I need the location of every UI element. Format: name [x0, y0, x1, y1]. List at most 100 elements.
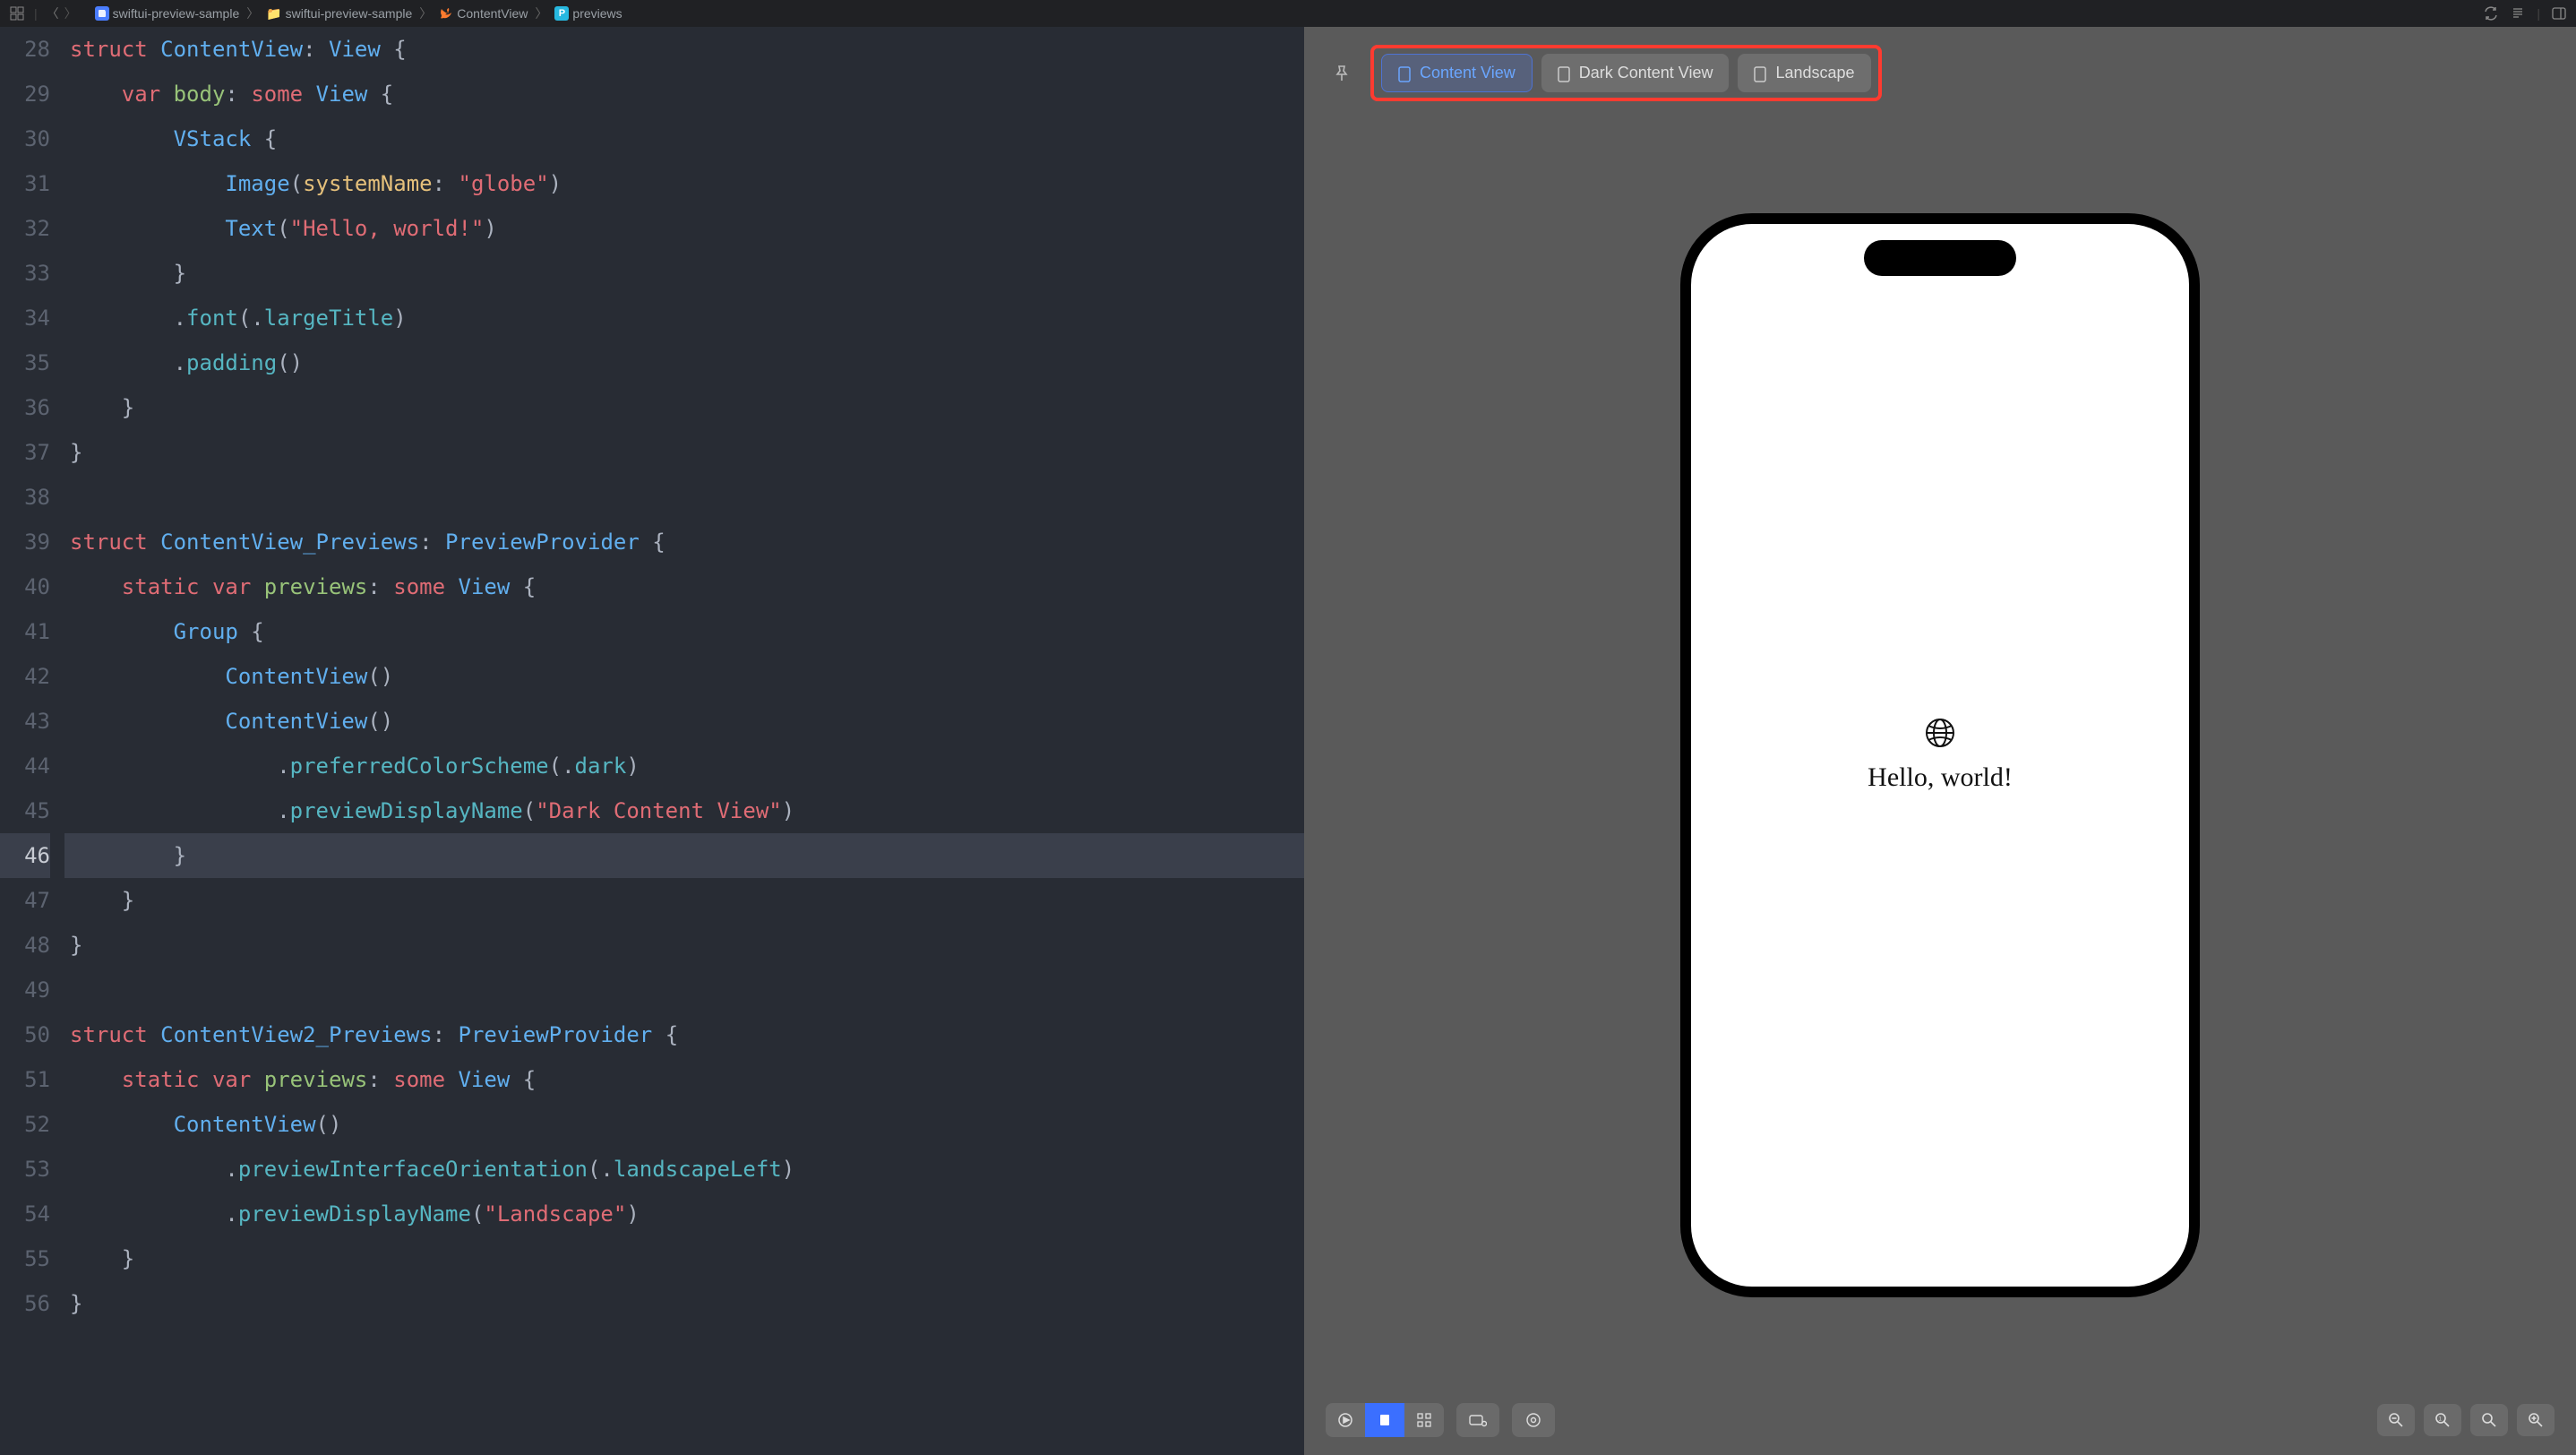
breadcrumb-item-0[interactable]: swiftui-preview-sample: [95, 6, 240, 21]
line-number: 47: [0, 878, 50, 923]
breadcrumb-item-1[interactable]: 📁 swiftui-preview-sample: [266, 6, 412, 22]
project-icon: [95, 6, 109, 21]
code-line[interactable]: }: [64, 833, 1304, 878]
preview-bottom-toolbar: 1: [1304, 1390, 2576, 1455]
code-line[interactable]: static var previews: some View {: [64, 1057, 1304, 1102]
line-number: 35: [0, 340, 50, 385]
code-line[interactable]: struct ContentView: View {: [64, 27, 1304, 72]
code-line[interactable]: VStack {: [64, 116, 1304, 161]
toggle-right-panel-icon[interactable]: [2551, 5, 2567, 22]
code-line[interactable]: }: [64, 1281, 1304, 1326]
code-line[interactable]: }: [64, 251, 1304, 296]
device-icon: [1398, 66, 1413, 81]
selectable-preview-button[interactable]: [1365, 1403, 1404, 1437]
code-line[interactable]: Image(systemName: "globe"): [64, 161, 1304, 206]
zoom-in-button[interactable]: [2517, 1404, 2555, 1436]
zoom-actual-button[interactable]: 1: [2424, 1404, 2461, 1436]
swift-icon: [439, 6, 453, 21]
code-line[interactable]: }: [64, 430, 1304, 475]
code-line[interactable]: struct ContentView2_Previews: PreviewPro…: [64, 1012, 1304, 1057]
adjust-editor-icon[interactable]: [2510, 5, 2526, 22]
preview-mode-segment: [1326, 1403, 1444, 1437]
code-line[interactable]: .font(.largeTitle): [64, 296, 1304, 340]
code-line[interactable]: [64, 968, 1304, 1012]
code-line[interactable]: ContentView(): [64, 654, 1304, 699]
preview-canvas: Content View Dark Content View Landscape: [1304, 27, 2576, 1455]
main-split: 2829303132333435363738394041424344454647…: [0, 27, 2576, 1455]
nav-forward-button[interactable]: 〉: [64, 4, 77, 22]
preview-tab-label: Content View: [1420, 64, 1516, 82]
code-line[interactable]: Text("Hello, world!"): [64, 206, 1304, 251]
code-line[interactable]: }: [64, 1236, 1304, 1281]
line-number: 50: [0, 1012, 50, 1057]
breadcrumb-label: previews: [572, 6, 622, 21]
code-line[interactable]: ContentView(): [64, 699, 1304, 744]
breadcrumb-item-2[interactable]: ContentView: [439, 6, 528, 21]
code-line[interactable]: .previewDisplayName("Dark Content View"): [64, 788, 1304, 833]
breadcrumb-separator: 〉: [419, 4, 432, 22]
globe-icon: [1924, 717, 1956, 757]
breadcrumb-separator: 〉: [535, 4, 547, 22]
line-number: 51: [0, 1057, 50, 1102]
preview-tab-content-view[interactable]: Content View: [1381, 54, 1533, 92]
code-line[interactable]: var body: some View {: [64, 72, 1304, 116]
line-number: 54: [0, 1192, 50, 1236]
line-number: 39: [0, 520, 50, 564]
line-number: 34: [0, 296, 50, 340]
code-line[interactable]: static var previews: some View {: [64, 564, 1304, 609]
iphone-preview-device: Hello, world!: [1680, 213, 2200, 1297]
variants-preview-button[interactable]: [1404, 1403, 1444, 1437]
line-number: 53: [0, 1147, 50, 1192]
preview-tab-landscape[interactable]: Landscape: [1738, 54, 1870, 92]
preview-device-area[interactable]: Hello, world!: [1304, 119, 2576, 1390]
pin-preview-button[interactable]: [1326, 57, 1358, 90]
preview-tab-group: Content View Dark Content View Landscape: [1370, 45, 1882, 101]
line-number: 33: [0, 251, 50, 296]
content-view-stack: Hello, world!: [1868, 717, 2013, 793]
code-line[interactable]: }: [64, 923, 1304, 968]
line-number: 55: [0, 1236, 50, 1281]
live-preview-button[interactable]: [1326, 1403, 1365, 1437]
device-settings-button[interactable]: [1456, 1403, 1499, 1437]
breadcrumb-item-3[interactable]: P previews: [554, 6, 622, 21]
code-line[interactable]: .previewDisplayName("Landscape"): [64, 1192, 1304, 1236]
line-number: 28: [0, 27, 50, 72]
code-line[interactable]: .padding(): [64, 340, 1304, 385]
line-number: 37: [0, 430, 50, 475]
code-line[interactable]: struct ContentView_Previews: PreviewProv…: [64, 520, 1304, 564]
code-line[interactable]: [64, 475, 1304, 520]
preview-tab-dark-content-view[interactable]: Dark Content View: [1541, 54, 1730, 92]
line-gutter: 2829303132333435363738394041424344454647…: [0, 27, 64, 1455]
preview-settings-button[interactable]: [1512, 1403, 1555, 1437]
previews-icon: P: [554, 6, 569, 21]
line-number: 45: [0, 788, 50, 833]
zoom-controls: 1: [2377, 1404, 2555, 1436]
preview-tab-label: Dark Content View: [1579, 64, 1713, 82]
refresh-icon[interactable]: [2483, 5, 2499, 22]
code-line[interactable]: ContentView(): [64, 1102, 1304, 1147]
line-number: 29: [0, 72, 50, 116]
line-number: 56: [0, 1281, 50, 1326]
breadcrumb-label: ContentView: [457, 6, 528, 21]
code-editor[interactable]: 2829303132333435363738394041424344454647…: [0, 27, 1304, 1455]
nav-back-button[interactable]: 〈: [47, 4, 59, 22]
top-toolbar: | 〈 〉 swiftui-preview-sample 〉 📁 swiftui…: [0, 0, 2576, 27]
code-line[interactable]: }: [64, 878, 1304, 923]
breadcrumb-label: swiftui-preview-sample: [113, 6, 240, 21]
code-line[interactable]: }: [64, 385, 1304, 430]
code-line[interactable]: .previewInterfaceOrientation(.landscapeL…: [64, 1147, 1304, 1192]
preview-tab-label: Landscape: [1775, 64, 1854, 82]
device-icon: [1754, 66, 1768, 81]
line-number: 48: [0, 923, 50, 968]
breadcrumb-separator: 〉: [246, 4, 259, 22]
line-number: 32: [0, 206, 50, 251]
layout-toggle-icon[interactable]: [9, 5, 25, 22]
line-number: 31: [0, 161, 50, 206]
breadcrumb-label: swiftui-preview-sample: [286, 6, 413, 21]
code-line[interactable]: .preferredColorScheme(.dark): [64, 744, 1304, 788]
zoom-fit-button[interactable]: [2470, 1404, 2508, 1436]
code-area[interactable]: struct ContentView: View { var body: som…: [64, 27, 1304, 1455]
zoom-out-button[interactable]: [2377, 1404, 2415, 1436]
line-number: 43: [0, 699, 50, 744]
code-line[interactable]: Group {: [64, 609, 1304, 654]
